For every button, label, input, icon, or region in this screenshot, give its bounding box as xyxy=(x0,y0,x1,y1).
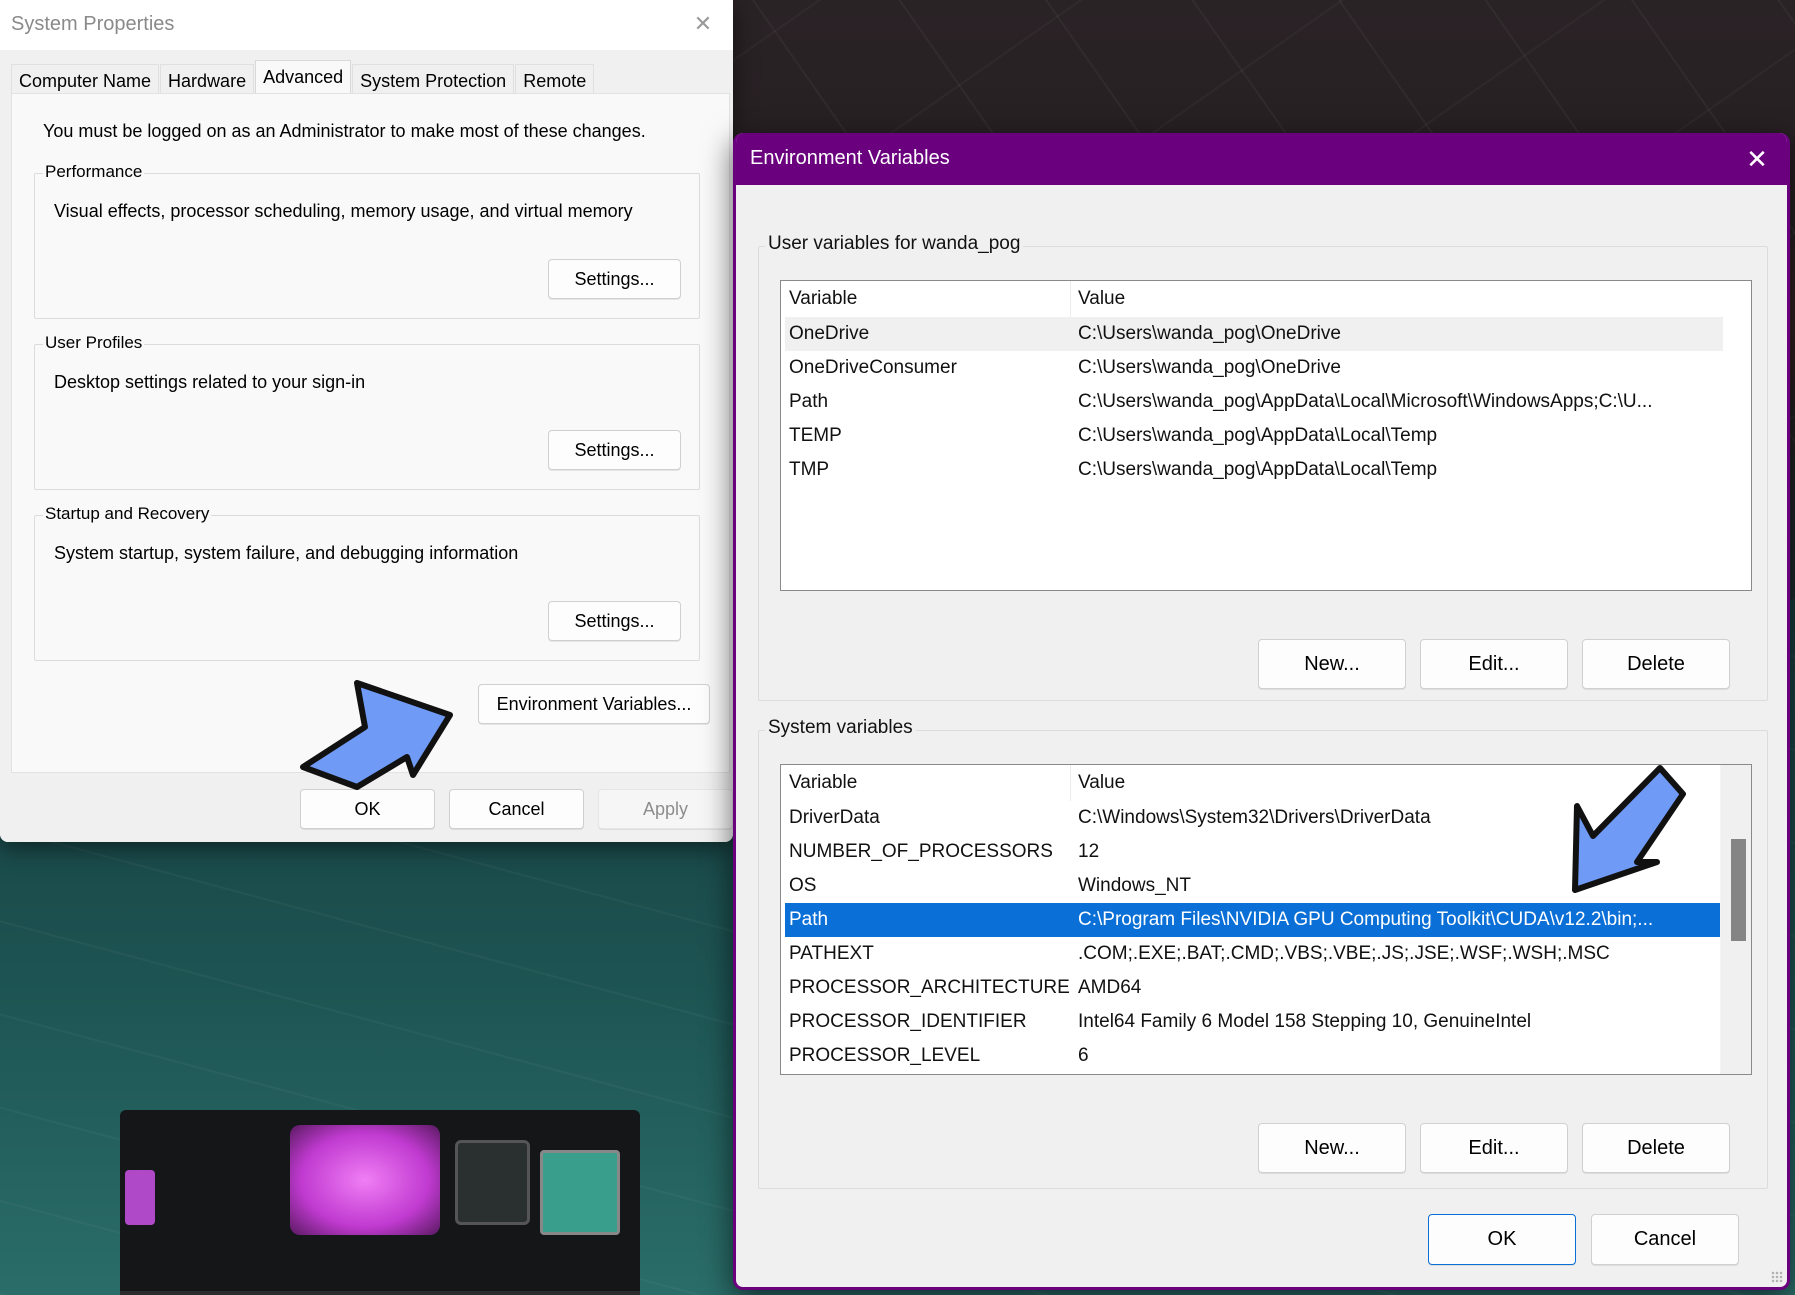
variable-name-cell: OneDriveConsumer xyxy=(789,357,957,378)
wallpaper-screen-teal xyxy=(540,1150,620,1235)
cancel-button[interactable]: Cancel xyxy=(1591,1214,1739,1265)
variable-value-cell: C:\Users\wanda_pog\AppData\Local\Temp xyxy=(1078,425,1438,446)
variable-value-cell: C:\Users\wanda_pog\OneDrive xyxy=(1078,323,1341,344)
admin-note: You must be logged on as an Administrato… xyxy=(43,121,646,141)
environment-variables-window: Environment Variables ✕ User variables f… xyxy=(733,133,1790,1290)
apply-button[interactable]: Apply xyxy=(598,789,733,829)
group-title: User variables for wanda_pog xyxy=(765,233,1024,255)
system-edit-button[interactable]: Edit... xyxy=(1420,1123,1568,1173)
variable-name-cell: TEMP xyxy=(789,425,842,446)
variable-name-cell: Path xyxy=(789,391,829,412)
system-delete-button[interactable]: Delete xyxy=(1582,1123,1730,1173)
variable-name-cell: DriverData xyxy=(789,807,880,828)
table-row[interactable]: OneDriveConsumer C:\Users\wanda_pog\OneDr… xyxy=(785,351,1723,385)
annotation-arrow-icon xyxy=(1572,765,1686,893)
wallpaper-screen-dark xyxy=(455,1140,530,1225)
variable-name-cell: NUMBER_OF_PROCESSORS xyxy=(789,841,1053,862)
startup-recovery-settings-button[interactable]: Settings... xyxy=(548,601,681,641)
table-row[interactable]: PROCESSOR_IDENTIFIER Intel64 Family 6 Mod… xyxy=(785,1005,1723,1039)
variable-value-cell: C:\Users\wanda_pog\OneDrive xyxy=(1078,357,1341,378)
variable-value-cell: C:\Program Files\NVIDIA GPU Computing To… xyxy=(1078,909,1654,930)
close-icon[interactable]: ✕ xyxy=(689,10,717,38)
variable-name-cell: PROCESSOR_LEVEL xyxy=(789,1045,981,1066)
scrollbar-thumb[interactable] xyxy=(1731,839,1746,941)
table-row[interactable]: PATHEXT .COM;.EXE;.BAT;.CMD;.VBS;.VBE;.JS… xyxy=(785,937,1723,971)
variable-name-cell: OneDrive xyxy=(789,323,870,344)
variable-name-cell: TMP xyxy=(789,459,830,480)
variable-value-cell: AMD64 xyxy=(1078,977,1142,998)
table-row[interactable]: TEMP C:\Users\wanda_pog\AppData\Local\Tem… xyxy=(785,419,1723,453)
table-row[interactable]: PROCESSOR_LEVEL 6 xyxy=(785,1039,1723,1073)
window-title: System Properties xyxy=(11,13,175,35)
variable-name-cell: PROCESSOR_ARCHITECTURE xyxy=(789,977,1070,998)
system-new-button[interactable]: New... xyxy=(1258,1123,1406,1173)
group-title: Performance xyxy=(43,162,145,182)
group-title: System variables xyxy=(765,717,916,739)
performance-settings-button[interactable]: Settings... xyxy=(548,259,681,299)
user-profiles-group: User Profiles Desktop settings related t… xyxy=(34,333,700,490)
column-header-value[interactable]: Value xyxy=(1071,281,1721,317)
performance-group: Performance Visual effects, processor sc… xyxy=(34,162,700,319)
user-variables-group: User variables for wanda_pog Variable Va… xyxy=(758,233,1768,701)
startup-recovery-group: Startup and Recovery System startup, sys… xyxy=(34,504,700,661)
variable-value-cell: .COM;.EXE;.BAT;.CMD;.VBS;.VBE;.JS;.JSE;.… xyxy=(1078,943,1610,964)
vertical-scrollbar[interactable] xyxy=(1720,765,1751,1074)
table-row[interactable]: OneDrive C:\Users\wanda_pog\OneDrive xyxy=(785,317,1723,351)
user-new-button[interactable]: New... xyxy=(1258,639,1406,689)
annotation-arrow-icon xyxy=(300,680,453,790)
ok-button[interactable]: OK xyxy=(1428,1214,1576,1265)
advanced-tab-page: You must be logged on as an Administrato… xyxy=(11,93,730,773)
wallpaper-screen-small xyxy=(125,1170,155,1225)
wallpaper-screen-pink xyxy=(290,1125,440,1235)
variable-value-cell: Intel64 Family 6 Model 158 Stepping 10, … xyxy=(1078,1011,1532,1032)
user-edit-button[interactable]: Edit... xyxy=(1420,639,1568,689)
table-row[interactable]: PROCESSOR_ARCHITECTURE AMD64 xyxy=(785,971,1723,1005)
column-header-variable[interactable]: Variable xyxy=(781,765,1071,801)
cancel-button[interactable]: Cancel xyxy=(449,789,584,829)
ok-button[interactable]: OK xyxy=(300,789,435,829)
group-title: Startup and Recovery xyxy=(43,504,212,524)
table-row[interactable]: Path C:\Users\wanda_pog\AppData\Local\Mic… xyxy=(785,385,1723,419)
tab-bar: Computer Name Hardware Advanced System P… xyxy=(11,60,595,98)
close-icon[interactable]: ✕ xyxy=(1739,141,1775,177)
group-description: System startup, system failure, and debu… xyxy=(54,543,519,563)
user-profiles-settings-button[interactable]: Settings... xyxy=(548,430,681,470)
variable-name-cell: PATHEXT xyxy=(789,943,874,964)
variable-name-cell: Path xyxy=(789,909,829,930)
title-bar[interactable]: Environment Variables ✕ xyxy=(736,133,1787,185)
table-row[interactable]: Path C:\Program Files\NVIDIA GPU Computin… xyxy=(785,903,1723,937)
resize-grip-icon[interactable] xyxy=(1771,1271,1783,1283)
group-description: Desktop settings related to your sign-in xyxy=(54,372,366,392)
variable-value-cell: C:\Users\wanda_pog\AppData\Local\Microso… xyxy=(1078,391,1653,412)
group-description: Visual effects, processor scheduling, me… xyxy=(54,201,633,221)
user-delete-button[interactable]: Delete xyxy=(1582,639,1730,689)
variable-name-cell: OS xyxy=(789,875,817,896)
list-header: Variable Value xyxy=(781,281,1721,317)
window-title: Environment Variables xyxy=(750,147,950,169)
variable-value-cell: C:\Users\wanda_pog\AppData\Local\Temp xyxy=(1078,459,1438,480)
table-row[interactable]: TMP C:\Users\wanda_pog\AppData\Local\Temp xyxy=(785,453,1723,487)
group-title: User Profiles xyxy=(43,333,145,353)
variable-name-cell: PROCESSOR_IDENTIFIER xyxy=(789,1011,1027,1032)
title-bar[interactable]: System Properties ✕ xyxy=(0,0,733,50)
environment-variables-button[interactable]: Environment Variables... xyxy=(478,684,710,724)
column-header-variable[interactable]: Variable xyxy=(781,281,1071,317)
user-variables-list[interactable]: Variable Value OneDrive C:\Users\wanda_po… xyxy=(780,280,1752,591)
variable-value-cell: 6 xyxy=(1078,1045,1089,1066)
